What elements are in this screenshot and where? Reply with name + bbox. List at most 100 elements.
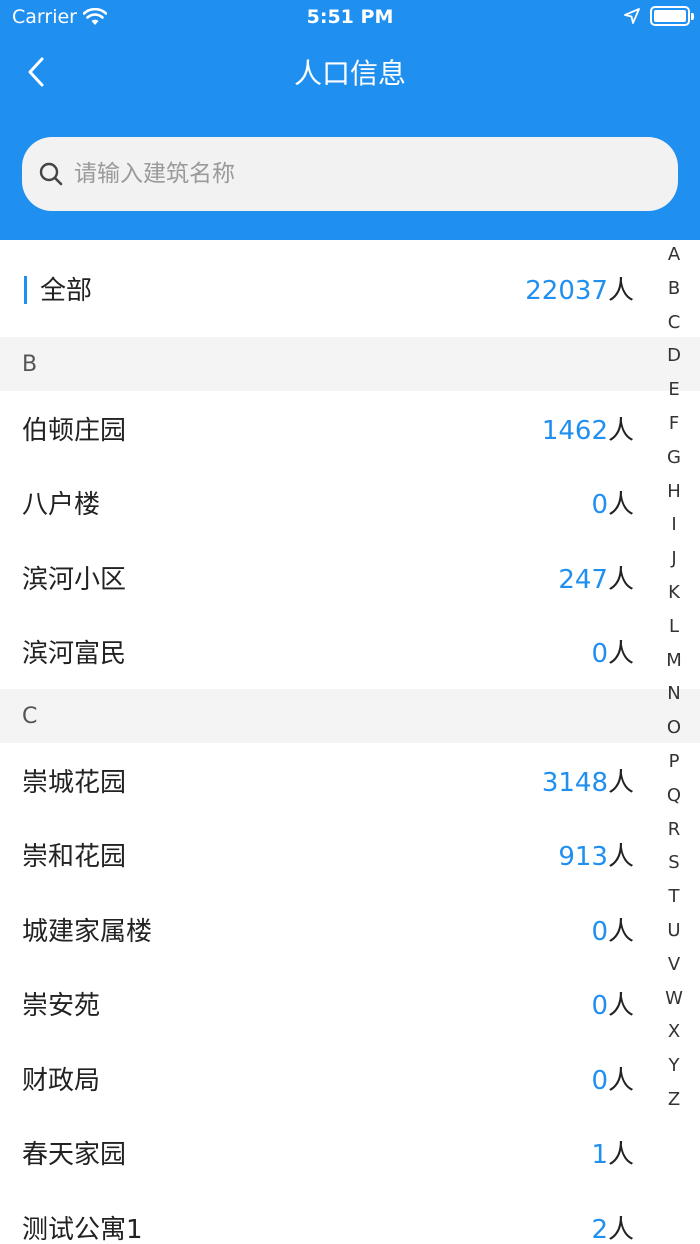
list-item[interactable]: 崇城花园 3148 人: [0, 743, 700, 818]
population-count: 2人: [591, 1209, 634, 1244]
alphabet-index-bar[interactable]: A B C D E F G H I J K L M N O P Q R S T …: [648, 238, 700, 1117]
index-letter-t[interactable]: T: [648, 880, 700, 914]
population-count: 247 人: [558, 559, 634, 596]
population-count: 0人: [591, 484, 634, 521]
section-header: C: [0, 689, 700, 743]
list-item[interactable]: 城建家属楼 0人: [0, 892, 700, 967]
count-unit: 人: [607, 767, 634, 798]
list-item[interactable]: 滨河富民 0人: [0, 615, 700, 690]
count-unit: 人: [607, 415, 634, 446]
population-count: 913 人: [558, 836, 634, 873]
list-item[interactable]: 伯顿庄园 1462 人: [0, 391, 700, 466]
count-number: 2: [591, 1214, 608, 1244]
count-number: 1: [591, 1140, 608, 1171]
count-unit: 人: [607, 490, 634, 521]
count-number: 0: [591, 916, 608, 947]
population-count: 1462 人: [542, 410, 634, 447]
search-box[interactable]: [22, 137, 678, 211]
list-item[interactable]: 春天家园 1人: [0, 1116, 700, 1191]
index-letter-r[interactable]: R: [648, 813, 700, 847]
index-letter-p[interactable]: P: [648, 745, 700, 779]
count-unit: 人: [607, 916, 634, 947]
count-number: 0: [591, 1065, 608, 1096]
building-name: 崇安苑: [22, 991, 101, 1022]
nav-bar: 人口信息: [0, 40, 700, 104]
index-letter-v[interactable]: V: [648, 948, 700, 982]
count-number: 0: [591, 490, 608, 521]
index-letter-z[interactable]: Z: [648, 1083, 700, 1117]
all-count: 22037 人: [525, 270, 634, 307]
population-count: 0人: [591, 633, 634, 670]
population-count: 1人: [591, 1134, 634, 1171]
building-name: 财政局: [22, 1065, 101, 1096]
status-right: [624, 6, 694, 26]
population-count: 0人: [591, 911, 634, 948]
count-number: 913: [558, 842, 608, 873]
header: Carrier 5:51 PM 人口信息: [0, 0, 700, 240]
list-item[interactable]: 八户楼 0人: [0, 466, 700, 541]
page-title: 人口信息: [293, 57, 406, 90]
index-letter-j[interactable]: J: [648, 542, 700, 576]
building-name: 伯顿庄园: [22, 415, 127, 446]
count-number: 0: [591, 639, 608, 670]
index-letter-x[interactable]: X: [648, 1015, 700, 1049]
building-name: 崇和花园: [22, 842, 127, 873]
list-item[interactable]: 测试公寓1 2人: [0, 1190, 700, 1244]
building-name: 春天家园: [22, 1140, 127, 1171]
population-count: 3148 人: [542, 762, 634, 799]
index-letter-c[interactable]: C: [648, 306, 700, 340]
search-input[interactable]: [74, 161, 634, 187]
index-letter-u[interactable]: U: [648, 914, 700, 948]
list-item[interactable]: 滨河小区 247 人: [0, 540, 700, 615]
index-letter-m[interactable]: M: [648, 644, 700, 678]
battery-icon: [650, 6, 694, 26]
count-number: 22037: [525, 276, 608, 306]
index-letter-a[interactable]: A: [648, 238, 700, 272]
count-unit: 人: [607, 842, 634, 873]
building-list: 全部 22037 人 B 伯顿庄园 1462 人 八户楼 0人 滨河小区 247 人 …: [0, 240, 700, 1244]
location-arrow-icon: [624, 8, 640, 24]
building-name: 城建家属楼: [22, 916, 153, 947]
index-letter-s[interactable]: S: [648, 846, 700, 880]
population-count: 0人: [591, 1060, 634, 1097]
building-name: 滨河富民: [22, 639, 127, 670]
all-label: 全部: [40, 276, 93, 306]
index-letter-y[interactable]: Y: [648, 1049, 700, 1083]
index-letter-l[interactable]: L: [648, 610, 700, 644]
building-name: 崇城花园: [22, 767, 127, 798]
all-row[interactable]: 全部 22037 人: [0, 240, 700, 337]
list-item[interactable]: 财政局 0人: [0, 1041, 700, 1116]
index-letter-e[interactable]: E: [648, 373, 700, 407]
index-letter-b[interactable]: B: [648, 272, 700, 306]
list-item[interactable]: 崇安苑 0人: [0, 967, 700, 1042]
count-number: 247: [558, 564, 608, 595]
index-letter-k[interactable]: K: [648, 576, 700, 610]
count-unit: 人: [607, 1214, 634, 1244]
list-item[interactable]: 崇和花园 913 人: [0, 818, 700, 893]
index-letter-i[interactable]: I: [648, 508, 700, 542]
count-number: 1462: [541, 415, 608, 446]
count-unit: 人: [607, 1140, 634, 1171]
count-number: 0: [591, 991, 608, 1022]
section-header: B: [0, 337, 700, 391]
selected-indicator: [24, 276, 27, 304]
count-unit: 人: [607, 276, 634, 306]
index-letter-g[interactable]: G: [648, 441, 700, 475]
index-letter-w[interactable]: W: [648, 982, 700, 1016]
building-name: 滨河小区: [22, 564, 127, 595]
search-icon: [39, 162, 63, 186]
index-letter-h[interactable]: H: [648, 475, 700, 509]
count-unit: 人: [607, 1065, 634, 1096]
count-unit: 人: [607, 639, 634, 670]
index-letter-o[interactable]: O: [648, 711, 700, 745]
index-letter-n[interactable]: N: [648, 677, 700, 711]
population-count: 0人: [591, 985, 634, 1022]
building-name: 测试公寓1: [22, 1214, 143, 1244]
count-number: 3148: [541, 767, 608, 798]
count-unit: 人: [607, 564, 634, 595]
building-name: 八户楼: [22, 490, 101, 521]
status-bar: Carrier 5:51 PM: [0, 0, 700, 36]
index-letter-q[interactable]: Q: [648, 779, 700, 813]
index-letter-d[interactable]: D: [648, 339, 700, 373]
index-letter-f[interactable]: F: [648, 407, 700, 441]
